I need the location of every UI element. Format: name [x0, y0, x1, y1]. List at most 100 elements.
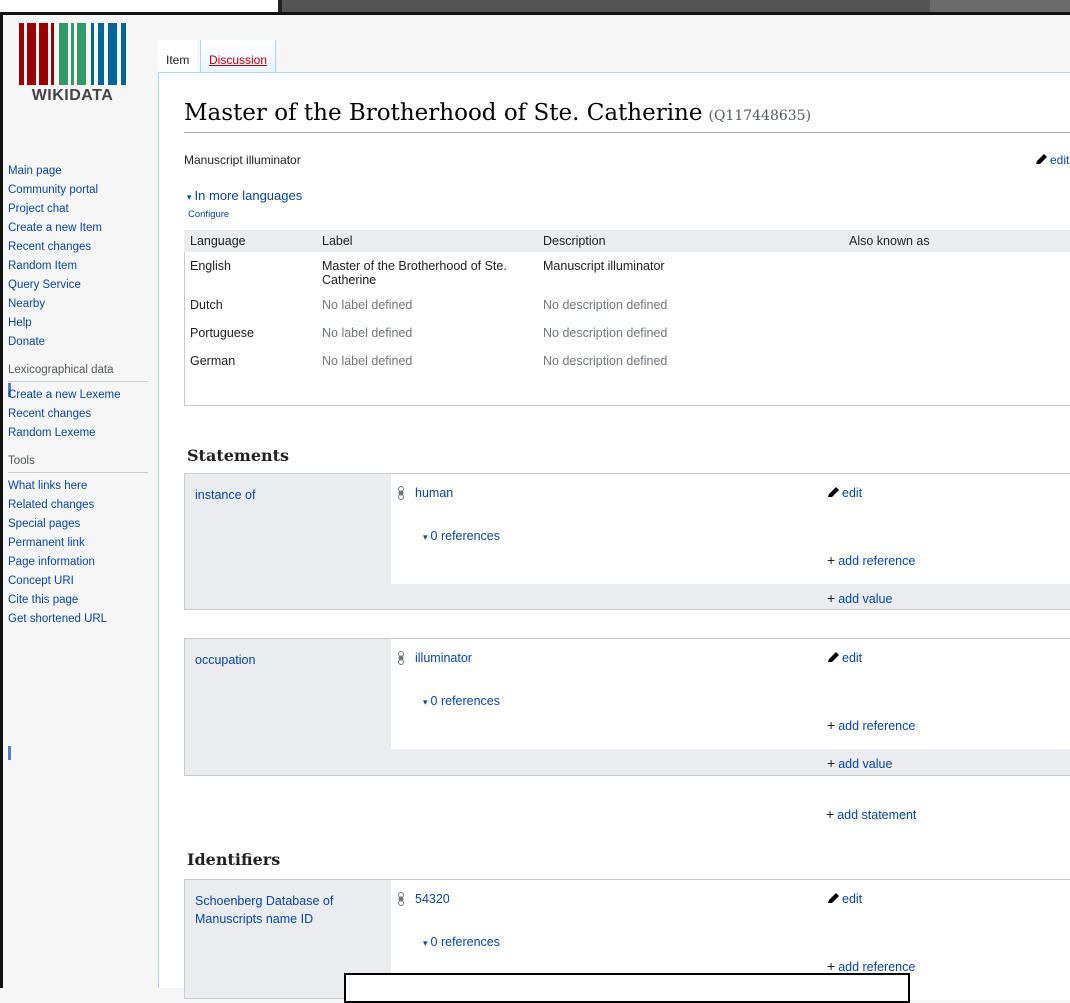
- plus-icon: +: [827, 717, 836, 733]
- sidebar-item-recent-changes[interactable]: Recent changes: [8, 238, 148, 257]
- row-language: German: [190, 354, 236, 368]
- edit-statement-button[interactable]: edit: [827, 651, 862, 665]
- plus-icon: +: [826, 806, 835, 822]
- sidebar-item-page-information[interactable]: Page information: [8, 553, 148, 572]
- identifiers-heading: Identifiers: [187, 850, 281, 869]
- statement-value-panel: illuminator edit ▾ 0 references + add refe…: [391, 639, 1070, 749]
- sidebar-item-lexeme-recent-changes[interactable]: Recent changes: [8, 405, 148, 424]
- edit-statement-button[interactable]: edit: [827, 486, 862, 500]
- row-description: No description defined: [543, 354, 668, 368]
- plus-icon: +: [827, 958, 836, 974]
- col-also-known-as: Also known as: [843, 230, 1070, 252]
- add-reference-button[interactable]: + add reference: [827, 958, 915, 974]
- edit-description-button[interactable]: edit: [1035, 153, 1069, 167]
- add-value-button[interactable]: + add value: [827, 590, 892, 606]
- add-value-button[interactable]: + add value: [827, 755, 892, 771]
- plus-icon: +: [827, 552, 836, 568]
- add-statement-button[interactable]: + add statement: [826, 806, 916, 822]
- tab-discussion[interactable]: Discussion: [200, 40, 277, 72]
- pencil-icon: [828, 487, 839, 497]
- references-toggle[interactable]: ▾ 0 references: [423, 529, 500, 543]
- statement-group-occupation: occupation illuminator edit ▾ 0 reference…: [184, 638, 1070, 776]
- row-label: No label defined: [322, 326, 413, 340]
- background-mark: [8, 746, 11, 760]
- wikidata-barcode-icon: [19, 23, 126, 85]
- sidebar-item-concept-uri[interactable]: Concept URI: [8, 572, 148, 591]
- configure-languages-link[interactable]: Configure: [188, 209, 229, 220]
- col-description: Description: [537, 230, 843, 252]
- statement-group-instance-of: instance of human edit ▾ 0 references + ad…: [184, 473, 1070, 610]
- row-aliases: [843, 252, 1070, 294]
- sidebar-item-help[interactable]: Help: [8, 314, 148, 333]
- logo-wordmark: WIKIDATA: [31, 87, 114, 104]
- pencil-icon: [828, 893, 839, 903]
- sidebar-item-query-service[interactable]: Query Service: [8, 276, 148, 295]
- statements-heading: Statements: [187, 446, 290, 465]
- sidebar-item-donate[interactable]: Donate: [8, 333, 148, 352]
- row-description: No description defined: [543, 298, 668, 312]
- sidebar-item-what-links-here[interactable]: What links here: [8, 477, 148, 496]
- tab-item[interactable]: Item: [158, 40, 198, 72]
- statement-value[interactable]: illuminator: [415, 651, 472, 665]
- sidebar-item-random-item[interactable]: Random Item: [8, 257, 148, 276]
- sidebar-item-permanent-link[interactable]: Permanent link: [8, 534, 148, 553]
- sidebar-item-project-chat[interactable]: Project chat: [8, 200, 148, 219]
- property-link[interactable]: Schoenberg Database of Manuscripts name …: [195, 892, 375, 928]
- table-row: Portuguese No label defined No descripti…: [184, 319, 1070, 347]
- row-label: No label defined: [322, 354, 413, 368]
- sidebar-item-special-pages[interactable]: Special pages: [8, 515, 148, 534]
- sidebar-heading-tools: Tools: [8, 453, 148, 473]
- title-divider: [184, 132, 1070, 133]
- row-description: Manuscript illuminator: [543, 259, 665, 273]
- row-label: No label defined: [322, 298, 413, 312]
- sidebar-item-create-item[interactable]: Create a new Item: [8, 219, 148, 238]
- languages-table: Language Label Description Also known as…: [184, 230, 1070, 375]
- plus-icon: +: [827, 590, 836, 606]
- plus-icon: +: [827, 755, 836, 771]
- row-aliases: [843, 319, 1070, 347]
- sidebar-item-get-shortened-url[interactable]: Get shortened URL: [8, 610, 148, 629]
- sidebar-heading-lexicographical: Lexicographical data: [8, 362, 148, 382]
- rank-icon[interactable]: [397, 651, 405, 665]
- sidebar-item-community-portal[interactable]: Community portal: [8, 181, 148, 200]
- row-aliases: [843, 294, 1070, 319]
- sidebar-navigation: Main page Community portal Project chat …: [8, 162, 148, 352]
- languages-table-header: Language Label Description Also known as: [184, 230, 1070, 252]
- row-language: Portuguese: [190, 326, 254, 340]
- row-language: Dutch: [190, 298, 223, 312]
- sidebar-item-random-lexeme[interactable]: Random Lexeme: [8, 424, 148, 443]
- sidebar-item-main-page[interactable]: Main page: [8, 162, 148, 181]
- sidebar-tools-portal: Tools What links here Related changes Sp…: [8, 453, 148, 629]
- table-row: German No label defined No description d…: [184, 347, 1070, 375]
- overlay-box: [344, 973, 910, 1003]
- add-reference-button[interactable]: + add reference: [827, 552, 915, 568]
- item-label: Master of the Brotherhood of Ste. Cather…: [184, 100, 703, 126]
- statement-value[interactable]: 54320: [415, 892, 450, 906]
- collapse-triangle-icon: ▾: [423, 697, 428, 707]
- collapse-triangle-icon: ▾: [187, 192, 192, 202]
- property-link[interactable]: occupation: [195, 651, 385, 669]
- add-reference-button[interactable]: + add reference: [827, 717, 915, 733]
- property-link[interactable]: instance of: [195, 486, 385, 504]
- sidebar-item-nearby[interactable]: Nearby: [8, 295, 148, 314]
- rank-icon[interactable]: [397, 892, 405, 906]
- sidebar-item-related-changes[interactable]: Related changes: [8, 496, 148, 515]
- in-more-languages-toggle[interactable]: ▾ In more languages: [187, 188, 302, 203]
- references-toggle[interactable]: ▾ 0 references: [423, 935, 500, 949]
- edit-statement-button[interactable]: edit: [827, 892, 862, 906]
- sidebar-item-create-lexeme[interactable]: Create a new Lexeme: [8, 386, 148, 405]
- statement-value-panel: human edit ▾ 0 references + add reference: [391, 474, 1070, 584]
- row-aliases: [843, 347, 1070, 375]
- item-qid: (Q117448635): [708, 108, 812, 124]
- collapse-triangle-icon: ▾: [423, 938, 428, 948]
- sidebar-lexeme-portal: Lexicographical data Create a new Lexeme…: [8, 362, 148, 443]
- statement-value[interactable]: human: [415, 486, 453, 500]
- row-label: Master of the Brotherhood of Ste. Cather…: [322, 259, 507, 287]
- col-label: Label: [316, 230, 537, 252]
- rank-icon[interactable]: [397, 486, 405, 500]
- references-toggle[interactable]: ▾ 0 references: [423, 694, 500, 708]
- sidebar-item-cite-this-page[interactable]: Cite this page: [8, 591, 148, 610]
- sidebar: Main page Community portal Project chat …: [8, 162, 148, 629]
- wikidata-logo[interactable]: WIKIDATA: [19, 23, 126, 123]
- row-language: English: [190, 259, 231, 273]
